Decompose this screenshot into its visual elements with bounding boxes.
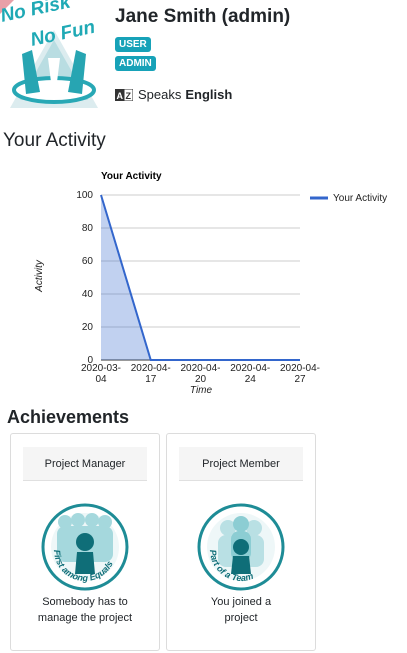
achievement-name: Project Manager (23, 447, 147, 481)
y-tick-label: 60 (82, 256, 94, 267)
achievements-title: Achievements (7, 407, 130, 427)
user-name: Jane Smith (admin) (115, 6, 291, 27)
achievement-card-project-manager: Project Manager First among Equals Someb… (10, 433, 160, 651)
achievement-description: You joined a project (210, 596, 272, 624)
x-tick-label: 2020-04-17 (131, 363, 171, 385)
project-logo: No Risk No Fun (0, 0, 108, 112)
y-tick-label: 80 (82, 223, 94, 234)
series-area-fill (101, 195, 300, 360)
admin-role-badge: ADMIN (115, 56, 156, 71)
y-tick-label: 40 (82, 289, 94, 300)
x-tick-label: 2020-04-27 (280, 363, 320, 385)
achievement-name: Project Member (179, 447, 303, 481)
achievement-description: Somebody has to manage the project (37, 596, 133, 624)
language-value: English (185, 87, 233, 102)
y-tick-label: 100 (76, 190, 93, 201)
activity-chart-svg: Your Activity 0204060801002020-03-042020… (34, 171, 387, 396)
chart-title: Your Activity (101, 171, 162, 182)
first-among-equals-badge-icon: First among Equals (40, 502, 130, 592)
user-role-badge: USER (115, 37, 151, 52)
achievement-card-project-member: Project Member Part of a Team You joined… (166, 433, 316, 651)
y-tick-label: 20 (82, 322, 94, 333)
part-of-a-team-badge-icon: Part of a Team (196, 502, 286, 592)
x-tick-label: 2020-04-24 (230, 363, 270, 385)
svg-text:Z: Z (126, 91, 132, 101)
x-axis-label: Time (190, 385, 213, 396)
x-tick-label: 2020-03-04 (81, 363, 121, 385)
svg-text:A: A (117, 91, 124, 101)
legend-label: Your Activity (333, 193, 387, 204)
y-axis-label: Activity (34, 259, 45, 293)
activity-chart: Your Activity 0 20 40 60 80 100 2020-03-04 2020… (28, 165, 398, 400)
activity-section-title: Your Activity (3, 130, 106, 151)
x-tick-label: 2020-04-20 (180, 363, 220, 385)
speaks-label: Speaks (138, 87, 182, 102)
language-icon: A Z (115, 88, 134, 101)
language-info: A Z Speaks English (115, 87, 232, 102)
